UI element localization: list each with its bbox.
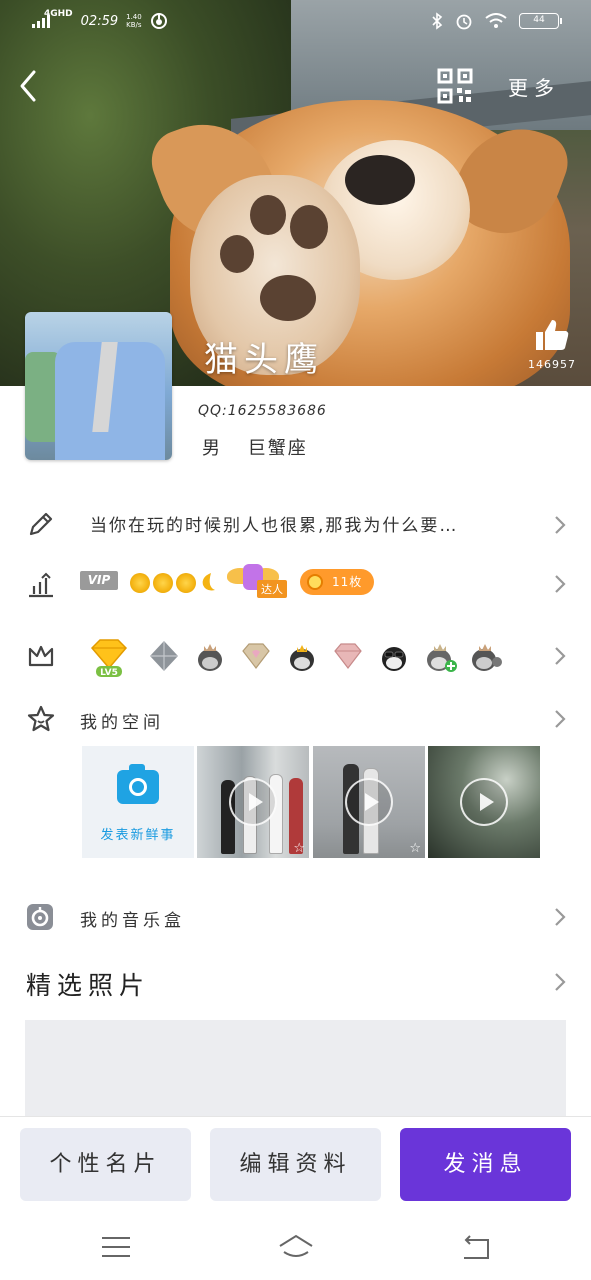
my-space-title: 我的空间 (80, 713, 164, 733)
penguin-gold-crown-icon (290, 645, 314, 671)
network-speed: 1.40 KB/s (126, 13, 142, 29)
star-icon: ☆ (293, 841, 305, 856)
chevron-right-icon[interactable] (553, 972, 567, 992)
pink-diamond-icon (242, 643, 270, 669)
home-icon[interactable] (276, 1232, 316, 1262)
penguin-gray-icon (472, 644, 502, 671)
action-bar: 个性名片 编辑资料 发消息 (0, 1116, 591, 1216)
video-thumbnail[interactable]: ☆ (197, 746, 309, 858)
video-thumbnail[interactable] (428, 746, 540, 858)
thumbs-up-icon (536, 320, 569, 350)
star-outline-icon (27, 705, 55, 732)
chevron-right-icon (555, 575, 566, 593)
network-type: 4GHD (44, 9, 73, 19)
chevron-right-icon (555, 908, 566, 926)
play-icon (345, 778, 393, 826)
svg-text:LV5: LV5 (100, 668, 118, 678)
signature-row[interactable]: 当你在玩的时候别人也很累,那我为什么要… (0, 497, 591, 553)
sun-level-icon (176, 573, 196, 593)
qr-code-icon[interactable] (437, 68, 473, 104)
penguin-crown-icon (198, 644, 222, 671)
play-icon (229, 778, 277, 826)
moon-level-icon (202, 573, 215, 591)
video-thumbnail[interactable]: ☆ (313, 746, 425, 858)
chevron-right-icon (555, 710, 566, 728)
qq-number: QQ:1625583686 (198, 403, 327, 419)
clock: 02:59 (80, 13, 119, 29)
edit-profile-button[interactable]: 编辑资料 (210, 1128, 381, 1201)
my-space-row[interactable]: 我的空间 (0, 692, 591, 748)
avatar[interactable] (25, 312, 172, 460)
signature-text: 当你在玩的时候别人也很累,那我为什么要… (90, 516, 459, 536)
sun-level-icon (153, 573, 173, 593)
like-button[interactable]: 146957 (528, 318, 576, 371)
diamond-lv5-icon: LV5 (90, 639, 128, 678)
send-message-button[interactable]: 发消息 (400, 1128, 571, 1201)
bluetooth-icon (432, 12, 443, 30)
crown-icon (28, 645, 54, 667)
status-bar: 4GHD 02:59 1.40 KB/s 44 (0, 0, 591, 44)
music-box-title: 我的音乐盒 (80, 911, 185, 931)
sun-level-icon (130, 573, 150, 593)
pencil-icon (29, 512, 53, 536)
alarm-icon (456, 14, 472, 30)
penguin-plus-icon (427, 644, 457, 672)
camera-icon (117, 764, 159, 804)
gender: 男 (202, 438, 222, 459)
coin-badge[interactable]: 11枚 (300, 569, 374, 595)
star-icon: ☆ (409, 841, 421, 856)
music-disc-icon (27, 904, 53, 930)
coin-icon (307, 574, 323, 590)
battery-icon: 44 (519, 13, 562, 29)
system-nav-bar (0, 1216, 591, 1280)
back-nav-icon[interactable] (456, 1232, 496, 1262)
play-icon (460, 778, 508, 826)
chevron-right-icon (555, 516, 566, 534)
menu-icon[interactable] (96, 1232, 136, 1262)
nickname: 猫头鹰 (204, 340, 324, 380)
more-button[interactable]: 更多 (508, 72, 560, 101)
featured-photos-area[interactable] (25, 1020, 566, 1120)
vip-badge: VIP (80, 571, 118, 590)
like-count: 146957 (528, 358, 576, 371)
vip-row[interactable]: VIP 达人 11枚 (0, 558, 591, 614)
app-notification-icon (150, 13, 167, 29)
post-new-tile[interactable]: 发表新鲜事 (82, 746, 194, 858)
profile-meta: 男 巨蟹座 (202, 434, 326, 460)
profile-card-button[interactable]: 个性名片 (20, 1128, 191, 1201)
level-chart-icon (29, 572, 53, 598)
back-icon[interactable] (14, 66, 44, 106)
featured-photos-title[interactable]: 精选照片 (26, 966, 150, 1002)
talent-badge: 达人 (227, 562, 287, 598)
rose-diamond-icon (334, 643, 362, 669)
zodiac: 巨蟹座 (247, 438, 308, 459)
music-box-row[interactable]: 我的音乐盒 (0, 890, 591, 946)
penguin-sunglasses-icon (382, 647, 406, 671)
space-grid: 发表新鲜事 ☆ ☆ (82, 746, 542, 858)
wifi-icon (485, 13, 507, 28)
medals-row[interactable]: LV5 (0, 628, 591, 684)
top-nav: 更多 (0, 58, 591, 118)
silver-crystal-icon (150, 641, 178, 671)
chevron-right-icon (555, 647, 566, 665)
